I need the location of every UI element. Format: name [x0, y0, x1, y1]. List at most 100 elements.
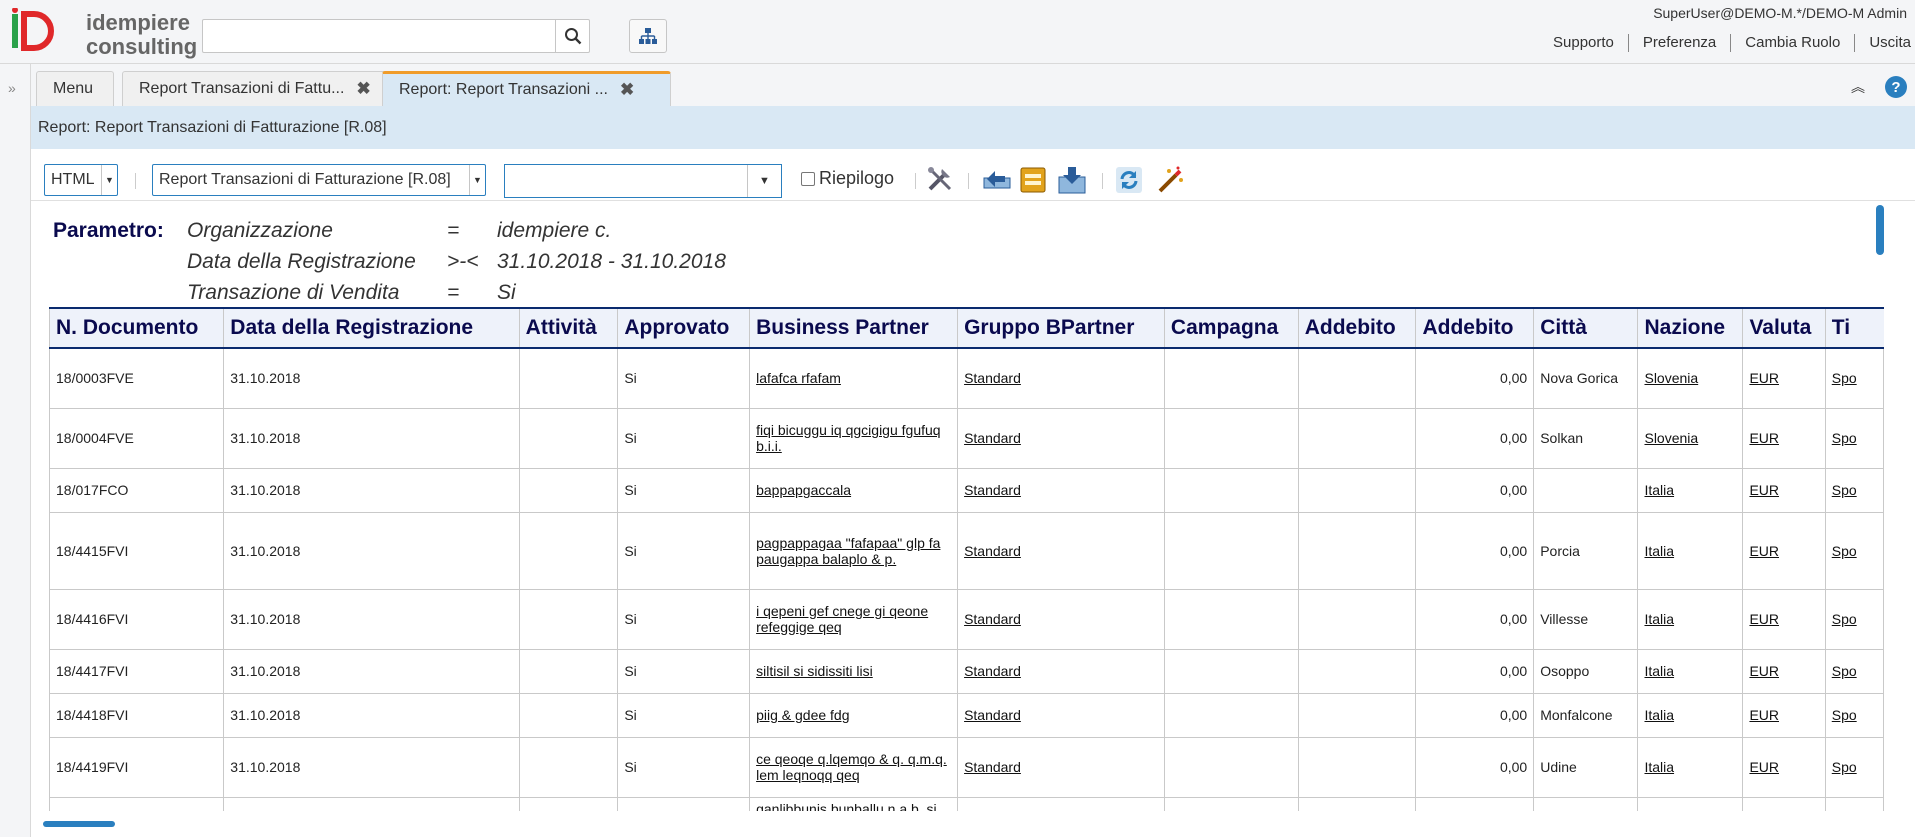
cell-link[interactable]: Slovenia: [1644, 370, 1698, 386]
summary-checkbox[interactable]: Riepilogo: [801, 168, 894, 189]
cell-link[interactable]: Spo: [1832, 759, 1857, 775]
cell-link[interactable]: EUR: [1749, 482, 1779, 498]
column-header[interactable]: Campagna: [1163, 307, 1299, 349]
cell-link[interactable]: pagpappagaa "fafapaa" glp fa paugappa ba…: [756, 535, 940, 567]
cell-link[interactable]: EUR: [1749, 543, 1779, 559]
cell-link[interactable]: Standard: [964, 370, 1021, 386]
cell-link[interactable]: lafafca rfafam: [756, 370, 841, 386]
print-format-combobox[interactable]: ▼: [504, 164, 782, 198]
column-header[interactable]: Nazione: [1637, 307, 1743, 349]
link-uscita[interactable]: Uscita: [1855, 34, 1915, 52]
cell-link[interactable]: EUR: [1749, 759, 1779, 775]
idempiere-logo[interactable]: idempiere consulting: [8, 7, 198, 60]
refresh-icon[interactable]: [1114, 165, 1144, 195]
cell-link[interactable]: Standard: [964, 482, 1021, 498]
cell-text: Solkan: [1540, 430, 1584, 446]
global-search-input[interactable]: [203, 20, 553, 52]
cell-link[interactable]: i qepeni gef cnege gi qeone refeggige qe…: [756, 603, 928, 635]
help-icon[interactable]: ?: [1885, 76, 1907, 98]
table-row[interactable]: 18/4416FVI 31.10.2018 Si i qepeni gef cnege…: [48, 588, 1884, 650]
export-icon[interactable]: [1056, 165, 1086, 195]
cell-link[interactable]: Spo: [1832, 482, 1857, 498]
column-header[interactable]: Valuta: [1742, 307, 1826, 349]
table-row[interactable]: 18/4417FVI 31.10.2018 Si siltisil si sidiss…: [48, 648, 1884, 694]
table-cell: Nova Gorica: [1533, 347, 1639, 409]
column-header[interactable]: Approvato: [617, 307, 750, 349]
cell-link[interactable]: EUR: [1749, 611, 1779, 627]
cell-link[interactable]: Standard: [964, 543, 1021, 559]
column-header[interactable]: Addebito: [1297, 307, 1416, 349]
table-row[interactable]: 18/4415FVI 31.10.2018 Si pagpappagaa "fafap…: [48, 511, 1884, 590]
table-row[interactable]: 18/0003FVE 31.10.2018 Si lafafca rfafam Stan…: [48, 347, 1884, 409]
close-icon[interactable]: ✖: [356, 79, 370, 99]
column-header[interactable]: Ti: [1824, 307, 1884, 349]
cell-link[interactable]: Standard: [964, 663, 1021, 679]
table-cell: 18/4415FVI: [48, 511, 225, 590]
cell-link[interactable]: EUR: [1749, 370, 1779, 386]
cell-link[interactable]: bappapgaccala: [756, 482, 851, 498]
output-format-select[interactable]: HTML ▼: [44, 164, 118, 196]
table-cell: 0,00: [1415, 648, 1535, 694]
column-header[interactable]: Data della Registrazione: [223, 307, 520, 349]
link-cambia-ruolo[interactable]: Cambia Ruolo: [1731, 34, 1856, 52]
user-info[interactable]: SuperUser@DEMO-M.*/DEMO-M Admin: [1653, 5, 1907, 21]
chevron-down-icon[interactable]: ▼: [747, 165, 781, 197]
cell-link[interactable]: EUR: [1749, 430, 1779, 446]
cell-link[interactable]: Spo: [1832, 543, 1857, 559]
cell-link[interactable]: Italia: [1644, 663, 1674, 679]
table-cell: [1824, 796, 1884, 811]
cell-link[interactable]: piig & gdee fdg: [756, 707, 849, 723]
cell-link[interactable]: Spo: [1832, 663, 1857, 679]
cell-link[interactable]: Slovenia: [1644, 430, 1698, 446]
search-button[interactable]: [555, 20, 589, 52]
cell-link[interactable]: EUR: [1749, 663, 1779, 679]
column-header[interactable]: Città: [1533, 307, 1638, 349]
tab-menu[interactable]: Menu: [36, 71, 114, 106]
table-row[interactable]: ganlibbunis bunballu n.a.b. si: [48, 796, 1884, 812]
table-row[interactable]: 18/0004FVE 31.10.2018 Si fiqi bicuggu iq qg…: [48, 407, 1884, 469]
cell-link[interactable]: Italia: [1644, 611, 1674, 627]
close-icon[interactable]: ✖: [620, 80, 634, 100]
cell-link[interactable]: Standard: [964, 430, 1021, 446]
cell-link[interactable]: Italia: [1644, 707, 1674, 723]
cell-link[interactable]: Standard: [964, 611, 1021, 627]
drill-up-icon[interactable]: [981, 165, 1011, 195]
link-supporto[interactable]: Supporto: [1539, 34, 1629, 52]
cell-link[interactable]: Standard: [964, 759, 1021, 775]
column-header[interactable]: N. Documento: [48, 307, 224, 349]
cell-text: Si: [624, 707, 637, 723]
report-view-select[interactable]: Report Transazioni di Fatturazione [R.08…: [152, 164, 486, 196]
cell-link[interactable]: Spo: [1832, 707, 1857, 723]
cell-link[interactable]: Italia: [1644, 543, 1674, 559]
table-row[interactable]: 18/017FCO 31.10.2018 Si bappapgaccala Standa…: [48, 467, 1884, 513]
expand-panel-icon[interactable]: »: [8, 80, 16, 96]
cell-link[interactable]: ce qeoqe q.lqemqo & q. q.m.q. lem leqnoq…: [756, 751, 947, 783]
column-header[interactable]: Addebito: [1415, 307, 1534, 349]
table-row[interactable]: 18/4419FVI 31.10.2018 Si ce qeoqe q.lqemqo …: [48, 736, 1884, 798]
archive-icon[interactable]: [1018, 165, 1048, 195]
cell-link[interactable]: ganlibbunis bunballu n.a.b. si: [756, 801, 937, 812]
wizard-icon[interactable]: [1156, 165, 1186, 195]
menu-tree-button[interactable]: [629, 19, 667, 53]
column-header[interactable]: Attività: [518, 307, 618, 349]
table-row[interactable]: 18/4418FVI 31.10.2018 Si piig & gdee fdg Sta…: [48, 692, 1884, 738]
customize-tools-icon[interactable]: [926, 165, 956, 195]
vertical-scrollbar[interactable]: [1876, 205, 1884, 255]
tab-report-viewer[interactable]: Report: Report Transazioni ... ✖: [382, 71, 671, 106]
cell-link[interactable]: fiqi bicuggu iq qgcigigu fgufuq b.i.i.: [756, 422, 940, 454]
cell-link[interactable]: Spo: [1832, 370, 1857, 386]
cell-link[interactable]: Italia: [1644, 482, 1674, 498]
column-header[interactable]: Gruppo BPartner: [957, 307, 1165, 349]
cell-link[interactable]: siltisil si sidissiti lisi: [756, 663, 873, 679]
cell-link[interactable]: Standard: [964, 707, 1021, 723]
summary-checkbox-box[interactable]: [801, 171, 815, 186]
column-header[interactable]: Business Partner: [749, 307, 958, 349]
cell-link[interactable]: Spo: [1832, 430, 1857, 446]
cell-link[interactable]: Spo: [1832, 611, 1857, 627]
tab-report-transazioni[interactable]: Report Transazioni di Fattu... ✖: [122, 71, 404, 106]
link-preferenza[interactable]: Preferenza: [1629, 34, 1732, 52]
cell-link[interactable]: Italia: [1644, 759, 1674, 775]
cell-link[interactable]: EUR: [1749, 707, 1779, 723]
horizontal-scrollbar[interactable]: [43, 821, 115, 827]
collapse-icon[interactable]: ︽: [1851, 77, 1865, 97]
